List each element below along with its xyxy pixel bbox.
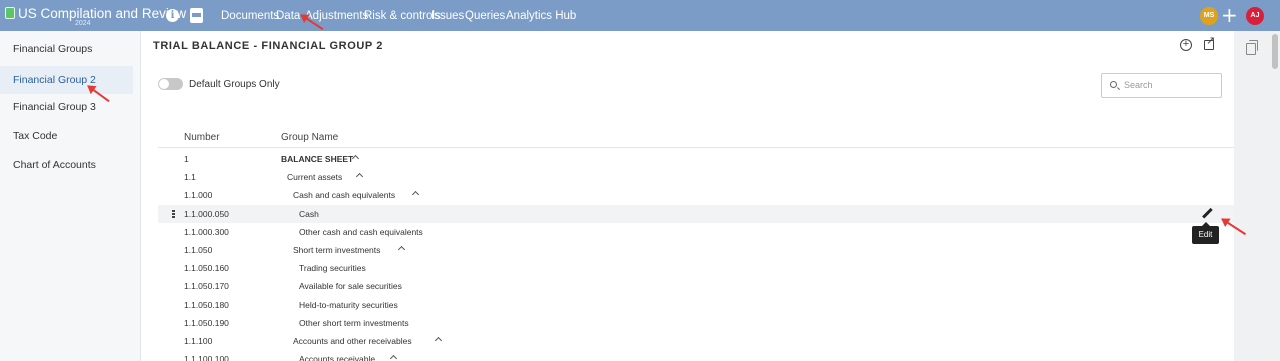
table-row[interactable]: 1.1 Current assets bbox=[158, 168, 1234, 186]
row-group-name: Trading securities bbox=[299, 263, 366, 274]
row-group-name: Cash and cash equivalents bbox=[293, 190, 396, 201]
document-icon[interactable] bbox=[190, 8, 203, 23]
sidebar: Financial Groups Financial Group 2 Finan… bbox=[0, 31, 141, 361]
row-group-name: Accounts and other receivables bbox=[293, 336, 412, 346]
chevron-up-icon[interactable] bbox=[355, 171, 363, 179]
scrollbar-thumb[interactable] bbox=[1272, 34, 1278, 69]
row-group-name: Available for sale securities bbox=[299, 281, 402, 292]
row-number: 1.1.000 bbox=[184, 190, 213, 201]
row-group-name: Other cash and cash equivalents bbox=[299, 226, 423, 237]
nav-data[interactable]: Data bbox=[276, 10, 300, 22]
row-number: 1.1.050.160 bbox=[184, 263, 229, 274]
row-group-name: Current assets bbox=[287, 172, 343, 183]
sidebar-item-financial-group-2[interactable]: Financial Group 2 bbox=[0, 66, 133, 94]
nav-documents[interactable]: Documents bbox=[221, 10, 279, 22]
default-groups-label: Default Groups Only bbox=[189, 79, 280, 90]
table-row[interactable]: 1.1.050.190 Other short term investments bbox=[158, 314, 1234, 332]
nav-analytics-hub[interactable]: Analytics Hub bbox=[506, 10, 576, 22]
table-row[interactable]: 1.1.050.160 Trading securities bbox=[158, 259, 1234, 277]
table-row[interactable]: 1.1.050.180 Held-to-maturity securities bbox=[158, 296, 1234, 314]
column-header-number[interactable]: Number bbox=[184, 132, 220, 143]
sidebar-item-tax-code[interactable]: Tax Code bbox=[0, 122, 133, 150]
row-number: 1.1.100 bbox=[184, 336, 213, 346]
row-number: 1.1.050.190 bbox=[184, 317, 229, 328]
sidebar-item-financial-group-3[interactable]: Financial Group 3 bbox=[0, 93, 133, 121]
table-row[interactable]: 1.1.100 Accounts and other receivables bbox=[158, 332, 1234, 350]
pencil-icon[interactable] bbox=[1201, 208, 1213, 220]
circle-plus-icon[interactable]: + bbox=[1180, 39, 1192, 51]
plus-icon[interactable]: + bbox=[1221, 5, 1238, 25]
search-icon bbox=[1110, 81, 1117, 88]
page-title: TRIAL BALANCE - FINANCIAL GROUP 2 bbox=[153, 40, 384, 52]
copy-icon[interactable] bbox=[1246, 40, 1258, 55]
sidebar-item-financial-groups[interactable]: Financial Groups bbox=[0, 35, 133, 63]
table-row[interactable]: 1.1.000.300 Other cash and cash equivalen… bbox=[158, 223, 1234, 241]
row-number: 1.1.050.170 bbox=[184, 281, 229, 292]
header-divider bbox=[158, 147, 1234, 148]
row-group-name: Cash bbox=[299, 208, 319, 219]
table-row[interactable]: 1.1.050 Short term investments bbox=[158, 241, 1234, 259]
row-number: 1.1.050 bbox=[184, 245, 213, 255]
chevron-up-icon[interactable] bbox=[389, 353, 397, 361]
table-row[interactable]: 1.1.000 Cash and cash equivalents bbox=[158, 186, 1234, 204]
chevron-up-icon[interactable] bbox=[434, 335, 442, 343]
chevron-up-icon[interactable] bbox=[397, 244, 405, 252]
row-number: 1.1.000.050 bbox=[184, 208, 229, 219]
right-rail bbox=[1234, 31, 1270, 361]
table-row[interactable]: 1 BALANCE SHEET bbox=[158, 150, 1234, 168]
app-logo-icon bbox=[5, 7, 15, 19]
nav-adjustments[interactable]: Adjustments bbox=[305, 10, 368, 22]
table-row[interactable]: 1.1.050.170 Available for sale securities bbox=[158, 277, 1234, 295]
app-title[interactable]: US Compilation and Review bbox=[18, 6, 186, 21]
app-year: 2024 bbox=[75, 20, 91, 27]
row-number: 1 bbox=[184, 154, 189, 164]
row-number: 1.1.100.100 bbox=[184, 354, 229, 361]
table-row[interactable]: 1.1.000.050 Cash bbox=[158, 204, 1234, 223]
row-group-name: Accounts receivable bbox=[299, 354, 376, 361]
row-number: 1.1.050.180 bbox=[184, 299, 229, 310]
scrollbar[interactable] bbox=[1270, 31, 1280, 361]
drag-handle-icon[interactable] bbox=[172, 209, 175, 218]
row-group-name: Short term investments bbox=[293, 245, 381, 255]
row-group-name: BALANCE SHEET bbox=[281, 154, 354, 164]
column-header-group-name[interactable]: Group Name bbox=[281, 132, 338, 143]
avatar-aj[interactable]: AJ bbox=[1246, 7, 1264, 25]
chevron-up-icon[interactable] bbox=[351, 153, 359, 161]
row-group-name: Other short term investments bbox=[299, 317, 409, 328]
edit-tooltip: Edit bbox=[1192, 222, 1219, 244]
default-groups-toggle[interactable] bbox=[158, 78, 183, 90]
info-icon[interactable]: i bbox=[166, 9, 179, 22]
external-link-icon[interactable] bbox=[1204, 34, 1215, 50]
nav-risk-controls[interactable]: Risk & controls bbox=[364, 10, 441, 22]
search-input[interactable] bbox=[1124, 76, 1216, 94]
table-row[interactable]: 1.1.100.100 Accounts receivable bbox=[158, 350, 1234, 361]
row-group-name: Held-to-maturity securities bbox=[299, 299, 398, 310]
top-bar: US Compilation and Review 2024 i Documen… bbox=[0, 0, 1280, 31]
row-number: 1.1.000.300 bbox=[184, 226, 229, 237]
nav-issues[interactable]: Issues bbox=[431, 10, 464, 22]
row-number: 1.1 bbox=[184, 172, 196, 183]
sidebar-item-chart-of-accounts[interactable]: Chart of Accounts bbox=[0, 151, 133, 179]
chevron-up-icon[interactable] bbox=[411, 189, 419, 197]
avatar-ms[interactable]: MS bbox=[1200, 7, 1218, 25]
nav-queries[interactable]: Queries bbox=[465, 10, 505, 22]
